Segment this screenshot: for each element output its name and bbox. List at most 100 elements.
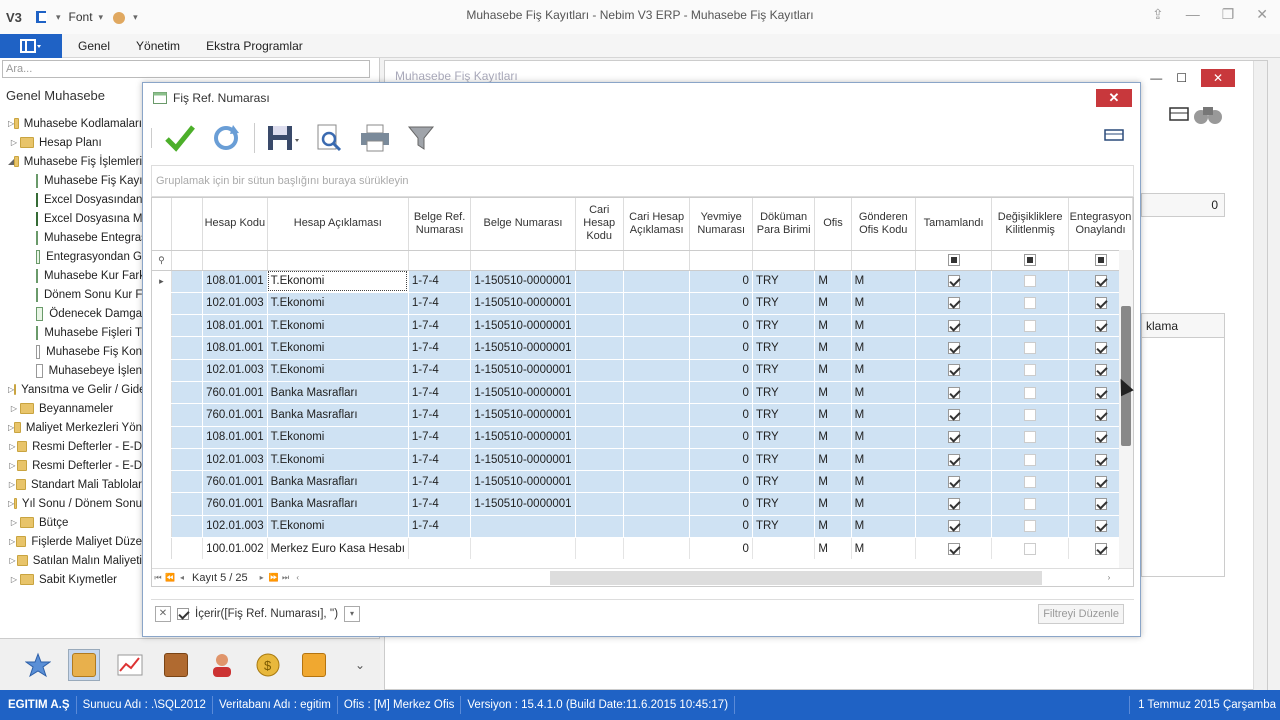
tree-item[interactable]: Muhasebe Fiş Kayıtları [0,171,142,190]
chart-icon[interactable] [114,649,146,681]
table-row[interactable]: 760.01.001 Banka Masrafları 1-7-4 1-150510-… [152,492,1133,516]
grid-cell-cari-aciklama[interactable] [623,470,691,494]
checkmark-icon[interactable] [162,120,198,156]
office-icon[interactable] [34,9,50,25]
grid-cell-yevmiye[interactable]: 0 [689,336,753,360]
grid-cell-belge-ref[interactable]: 1-7-4 [408,492,472,516]
grid-cell-belge-no[interactable]: 1-150510-0000001 [470,314,576,338]
column-header[interactable]: Hesap Açıklaması [267,198,409,251]
table-row[interactable]: 108.01.001 T.Ekonomi 1-7-4 1-150510-0000001… [152,426,1133,449]
grid-cell-hesap-kodu[interactable]: 108.01.001 [202,314,268,338]
grid-cell-ofis[interactable]: M [814,426,852,449]
grid-cell-belge-no[interactable]: 1-150510-0000001 [470,426,576,449]
grid-cell-para-birimi[interactable]: TRY [752,381,816,405]
grid-cell-ofis[interactable]: M [814,314,852,338]
filter-cell[interactable] [623,250,691,271]
kilitli-checkbox[interactable] [1024,498,1037,511]
grid-cell-hesap-aciklamasi[interactable]: Banka Masrafları [267,403,409,427]
grid-cell-tamamlandi[interactable] [915,448,993,472]
filter-cell[interactable] [575,250,624,271]
onaylandi-checkbox[interactable] [1094,431,1107,444]
tree-item[interactable]: ▷ Hesap Planı [0,133,142,152]
grid-cell-cari-kod[interactable] [575,381,624,405]
kilitli-checkbox[interactable] [1024,408,1037,421]
table-row[interactable]: 102.01.003 T.Ekonomi 1-7-4 0 TRY M M [152,515,1133,539]
onaylandi-checkbox[interactable] [1094,498,1107,511]
grid-cell-cari-kod[interactable] [575,515,624,539]
grid-cell-hesap-aciklamasi[interactable]: Banka Masrafları [267,492,409,516]
layout-icon[interactable] [1104,127,1126,145]
expand-right-icon[interactable]: ▷ [8,138,20,147]
kilitli-checkbox[interactable] [1024,431,1037,444]
grid-cell-yevmiye[interactable]: 0 [689,403,753,427]
table-row[interactable]: ▸ 108.01.001 T.Ekonomi 1-7-4 1-150510-000000… [152,270,1133,293]
grid-cell-kilitli[interactable] [991,492,1070,516]
grid-cell-yevmiye[interactable]: 0 [689,270,753,293]
tree-item[interactable]: ▷ Standart Mali Tablolar [0,475,142,494]
grid-cell-cari-aciklama[interactable] [623,359,691,382]
file-menu-button[interactable] [0,33,62,58]
onaylandi-checkbox[interactable] [1094,297,1107,310]
grid-cell-belge-ref[interactable]: 1-7-4 [408,270,472,293]
grid-cell-belge-ref[interactable]: 1-7-4 [408,515,472,539]
previous-page-icon[interactable]: ⏪ [164,573,176,582]
filter-enabled-checkbox[interactable] [177,607,189,620]
grid-cell-hesap-kodu[interactable]: 760.01.001 [202,403,268,427]
hand-icon[interactable] [111,9,127,25]
grid-cell-tamamlandi[interactable] [915,515,993,539]
grid-cell-kilitli[interactable] [991,448,1070,472]
column-header[interactable]: Belge Numarası [470,198,576,251]
maximize-icon[interactable]: ☐ [1176,71,1187,85]
grid-cell-cari-aciklama[interactable] [623,492,691,516]
grid-cell-belge-no[interactable]: 1-150510-0000001 [470,403,576,427]
user-icon[interactable] [206,649,238,681]
column-header[interactable]: Değişikliklere Kilitlenmiş [991,198,1070,251]
minimize-icon[interactable]: — [1186,6,1200,23]
grid-cell-kilitli[interactable] [991,314,1070,338]
grid-cell-belge-ref[interactable]: 1-7-4 [408,470,472,494]
tamamlandi-checkbox[interactable] [947,408,960,421]
kilitli-checkbox[interactable] [1024,364,1037,377]
expand-right-icon[interactable]: ▷ [8,480,16,489]
column-header[interactable]: Gönderen Ofis Kodu [851,198,916,251]
filter-checkbox[interactable] [1024,253,1037,266]
tamamlandi-checkbox[interactable] [947,431,960,444]
grid-cell-belge-no[interactable]: 1-150510-0000001 [470,292,576,316]
onaylandi-checkbox[interactable] [1094,275,1107,288]
tamamlandi-checkbox[interactable] [947,498,960,511]
grid-cell-belge-ref[interactable]: 1-7-4 [408,359,472,382]
tree-item[interactable]: ◢ Muhasebe Fiş İşlemleri [0,152,142,171]
grid-cell-cari-kod[interactable] [575,270,624,293]
tree-item[interactable]: Excel Dosyasından [0,190,142,209]
binoculars-icon[interactable] [1193,101,1223,130]
tree-item[interactable]: ▷ Beyannameler [0,399,142,418]
grid-cell-ofis[interactable]: M [814,270,852,293]
grid-cell-tamamlandi[interactable] [915,403,993,427]
tree-item[interactable]: Muhasebe Fiş Kon [0,342,142,361]
background-scrollbar[interactable] [1253,61,1267,691]
tree-item[interactable]: ▷ Bütçe [0,513,142,532]
grid-cell-para-birimi[interactable]: TRY [752,314,816,338]
grid-cell-yevmiye[interactable]: 0 [689,314,753,338]
grid-cell-hesap-kodu[interactable]: 760.01.001 [202,381,268,405]
grid-cell-para-birimi[interactable]: TRY [752,292,816,316]
filter-cell[interactable] [470,250,576,271]
grid-cell-tamamlandi[interactable] [915,336,993,360]
grid-cell-kilitli[interactable] [991,292,1070,316]
grid-cell-hesap-aciklamasi[interactable]: Banka Masrafları [267,470,409,494]
kilitli-checkbox[interactable] [1024,475,1037,488]
first-record-icon[interactable]: ⏮ [152,573,164,583]
column-header[interactable]: Hesap Kodu [202,198,268,251]
grid-cell-hesap-aciklamasi[interactable]: T.Ekonomi [267,426,409,449]
table-row[interactable]: 760.01.001 Banka Masrafları 1-7-4 1-150510-… [152,381,1133,405]
grid-cell-cari-aciklama[interactable] [623,292,691,316]
grid-cell-kilitli[interactable] [991,336,1070,360]
grid-cell-yevmiye[interactable]: 0 [689,492,753,516]
grid-cell-cari-aciklama[interactable] [623,426,691,449]
grid-cell-cari-aciklama[interactable] [623,314,691,338]
filter-cell[interactable] [267,250,409,271]
grid-cell-tamamlandi[interactable] [915,537,993,561]
grid-cell-ofis[interactable]: M [814,336,852,360]
onaylandi-checkbox[interactable] [1094,364,1107,377]
grid-cell-gonderen-ofis[interactable]: M [851,270,916,293]
